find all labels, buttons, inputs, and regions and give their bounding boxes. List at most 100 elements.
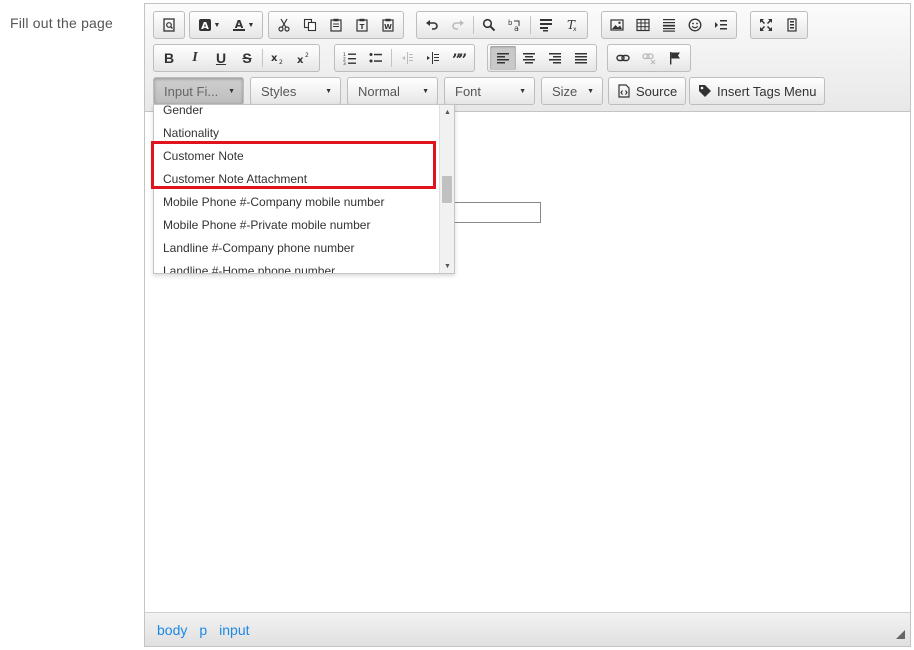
paste-button[interactable] [323, 13, 349, 37]
strikethrough-icon: S [242, 50, 252, 66]
chevron-down-icon: ▼ [213, 21, 221, 29]
subscript-button[interactable]: x2 [265, 46, 291, 70]
svg-text:”: ” [458, 51, 466, 65]
element-path-p[interactable]: p [199, 622, 207, 638]
source-icon [618, 84, 630, 98]
preview-button[interactable] [156, 13, 182, 37]
table-button[interactable] [630, 13, 656, 37]
element-path-input[interactable]: input [219, 622, 249, 638]
toolbar-group-links [607, 44, 691, 72]
replace-button[interactable]: ba [502, 13, 528, 37]
svg-text:A: A [201, 21, 209, 32]
select-all-button[interactable] [533, 13, 559, 37]
insert-tags-menu-button[interactable]: Insert Tags Menu [689, 77, 826, 105]
search-icon [482, 18, 496, 32]
anchor-button[interactable] [662, 46, 688, 70]
text-color-button[interactable]: A ▼ [226, 13, 260, 37]
font-combo-label: Font [455, 83, 482, 99]
font-combo[interactable]: Font ▼ [444, 77, 535, 105]
quote-icon: ”” [452, 51, 466, 65]
italic-icon: I [192, 50, 198, 65]
justify-button[interactable] [568, 46, 594, 70]
undo-button[interactable] [419, 13, 445, 37]
align-right-button[interactable] [542, 46, 568, 70]
input-fields-combo[interactable]: Input Fi... ▼ [153, 77, 244, 105]
dropdown-item[interactable]: Landline #-Company phone number [154, 237, 439, 260]
italic-button[interactable]: I [182, 46, 208, 70]
flag-icon [670, 52, 680, 65]
bulleted-list-icon [369, 53, 382, 63]
background-color-button[interactable]: A ▼ [192, 13, 226, 37]
remove-format-icon: Tx [567, 18, 577, 32]
copy-button[interactable] [297, 13, 323, 37]
unlink-button[interactable] [636, 46, 662, 70]
redo-button[interactable] [445, 13, 471, 37]
format-combo-label: Normal [358, 83, 400, 99]
subscript-icon: x2 [271, 53, 283, 65]
find-button[interactable] [476, 13, 502, 37]
styles-combo[interactable]: Styles ▼ [250, 77, 341, 105]
maximize-button[interactable] [753, 13, 779, 37]
strikethrough-button[interactable]: S [234, 46, 260, 70]
numbered-list-button[interactable]: 123 [337, 46, 363, 70]
select-all-icon [540, 19, 552, 32]
blockquote-button[interactable]: ”” [446, 46, 472, 70]
show-blocks-button[interactable] [779, 13, 805, 37]
replace-icon: ba [508, 19, 520, 32]
page-break-icon [715, 20, 727, 30]
dropdown-item[interactable]: Nationality [154, 122, 439, 145]
page-break-button[interactable] [708, 13, 734, 37]
dropdown-item[interactable]: Customer Note Attachment [154, 168, 439, 191]
bold-button[interactable]: B [156, 46, 182, 70]
dropdown-item[interactable]: Mobile Phone #-Private mobile number [154, 214, 439, 237]
content-input-field[interactable] [454, 202, 541, 223]
bold-icon: B [163, 50, 175, 66]
toolbar-separator [391, 49, 392, 67]
element-path-body[interactable]: body [157, 622, 187, 638]
superscript-icon: x2 [297, 52, 309, 65]
numbered-list-icon: 123 [343, 52, 356, 65]
indent-button[interactable] [420, 46, 446, 70]
remove-format-button[interactable]: Tx [559, 13, 585, 37]
align-center-icon [523, 53, 535, 64]
align-right-icon [549, 53, 561, 64]
dropdown-scrollbar[interactable]: ▲ ▼ [439, 105, 454, 273]
source-button[interactable]: Source [608, 77, 687, 105]
scrollbar-thumb[interactable] [442, 176, 452, 203]
resize-handle-icon[interactable] [896, 630, 905, 639]
svg-text:T: T [360, 23, 365, 31]
align-left-button[interactable] [490, 46, 516, 70]
insert-tags-menu-label: Insert Tags Menu [717, 83, 817, 99]
superscript-button[interactable]: x2 [291, 46, 317, 70]
toolbar-group-document [153, 11, 185, 39]
paste-word-button[interactable]: W [375, 13, 401, 37]
horizontal-line-button[interactable] [656, 13, 682, 37]
format-combo[interactable]: Normal ▼ [347, 77, 438, 105]
scroll-up-arrow-icon[interactable]: ▲ [440, 105, 454, 119]
scissors-icon [278, 18, 290, 32]
link-button[interactable] [610, 46, 636, 70]
toolbar-group-align [487, 44, 597, 72]
image-icon [610, 19, 624, 31]
dropdown-item[interactable]: Landline #-Home phone number [154, 260, 439, 273]
smiley-button[interactable] [682, 13, 708, 37]
dropdown-item[interactable]: Gender [154, 105, 439, 122]
size-combo-label: Size [552, 83, 578, 99]
horizontal-line-icon [663, 19, 675, 32]
toolbar-separator [473, 16, 474, 34]
cut-button[interactable] [271, 13, 297, 37]
dropdown-item[interactable]: Customer Note [154, 145, 439, 168]
page-label: Fill out the page [10, 15, 114, 31]
size-combo[interactable]: Size ▼ [541, 77, 603, 105]
underline-button[interactable]: U [208, 46, 234, 70]
paste-text-button[interactable]: T [349, 13, 375, 37]
bulleted-list-button[interactable] [363, 46, 389, 70]
dropdown-item[interactable]: Mobile Phone #-Company mobile number [154, 191, 439, 214]
image-button[interactable] [604, 13, 630, 37]
underline-icon: U [215, 50, 227, 66]
align-center-button[interactable] [516, 46, 542, 70]
scroll-down-arrow-icon[interactable]: ▼ [440, 259, 454, 273]
toolbar-group-editing: ba Tx [416, 11, 588, 39]
toolbar-group-insert [601, 11, 737, 39]
outdent-button[interactable] [394, 46, 420, 70]
